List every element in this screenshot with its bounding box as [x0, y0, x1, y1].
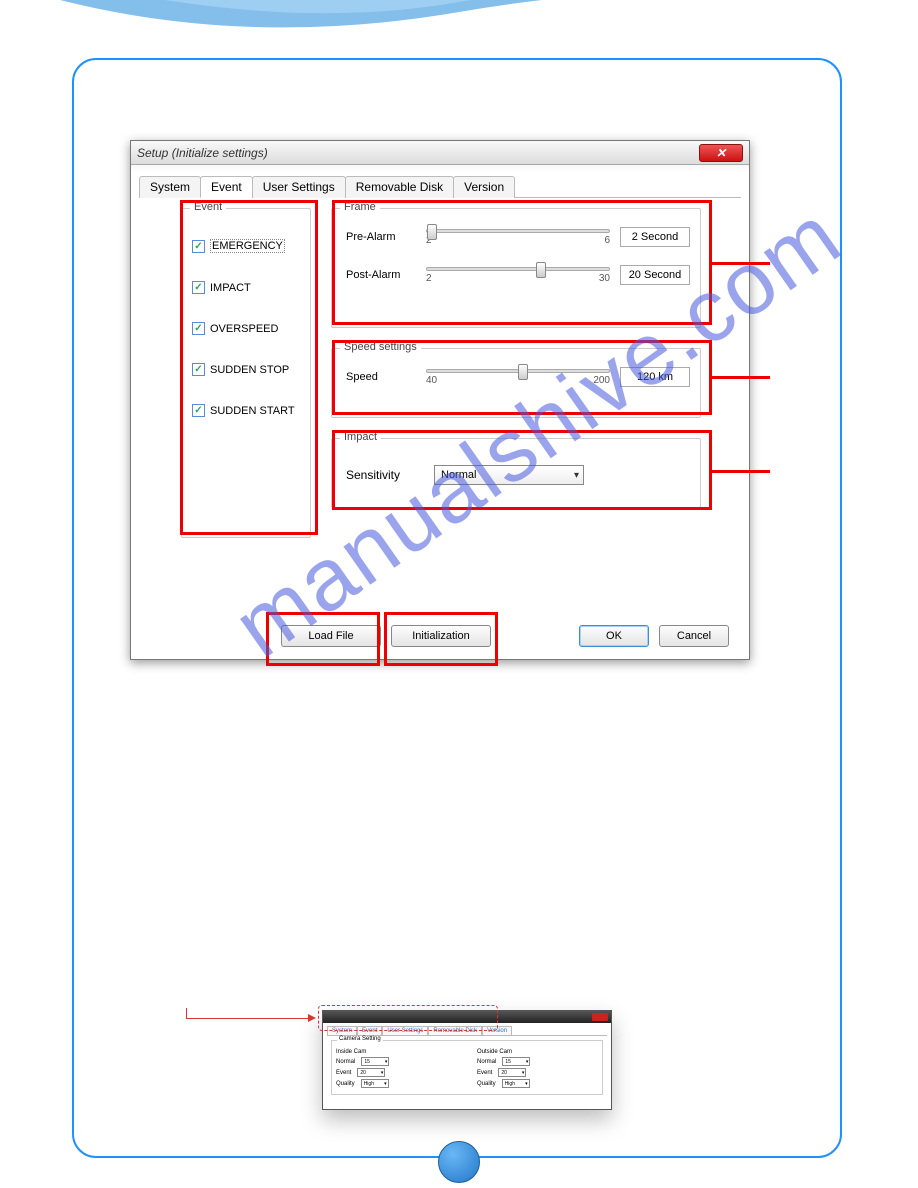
load-file-button[interactable]: Load File: [281, 625, 381, 647]
speed-slider[interactable]: [426, 369, 610, 373]
mini-content: Camera Setting Inside Cam Normal 15 Event…: [323, 1036, 611, 1099]
mini-row-label: Event: [477, 1070, 492, 1076]
mini-tab-strip: System Event User Settings Removable Dis…: [327, 1026, 607, 1036]
check-sudden-start[interactable]: ✓ SUDDEN START: [192, 404, 310, 417]
checkbox-icon: ✓: [192, 281, 205, 294]
prealarm-label: Pre-Alarm: [346, 231, 416, 243]
sensitivity-dropdown[interactable]: Normal: [434, 465, 584, 485]
sensitivity-row: Sensitivity Normal: [346, 465, 690, 485]
speed-groupbox: Speed settings Speed 40 200 120 km: [331, 348, 701, 418]
mini-dropdown[interactable]: 15: [502, 1057, 530, 1066]
checkbox-label: IMPACT: [210, 282, 251, 294]
mini-tab[interactable]: User Settings: [382, 1026, 428, 1035]
mini-row-label: Quality: [336, 1081, 355, 1087]
check-impact[interactable]: ✓ IMPACT: [192, 281, 310, 294]
mini-tab[interactable]: System: [327, 1026, 357, 1035]
event-groupbox-legend: Event: [190, 201, 226, 213]
close-button[interactable]: ✕: [699, 144, 743, 162]
mini-dropdown[interactable]: 20: [357, 1068, 385, 1077]
postalarm-row: Post-Alarm 2 30 20 Second: [346, 265, 690, 285]
annotation-arrow: [186, 1018, 312, 1019]
checkbox-label: EMERGENCY: [210, 239, 285, 253]
speed-groupbox-legend: Speed settings: [340, 341, 421, 353]
mini-dropdown[interactable]: 15: [361, 1057, 389, 1066]
checkbox-label: SUDDEN START: [210, 405, 295, 417]
top-wave: [0, 0, 918, 50]
mini-outside-col: Outside Cam Normal 15 Event 20 Quality High: [477, 1049, 598, 1090]
mini-outside-header: Outside Cam: [477, 1049, 598, 1055]
slider-thumb[interactable]: [427, 224, 437, 240]
checkbox-icon: ✓: [192, 240, 205, 253]
mini-row-label: Event: [336, 1070, 351, 1076]
mini-camera-legend: Camera Setting: [337, 1036, 383, 1042]
tab-version[interactable]: Version: [453, 176, 515, 198]
slider-thumb[interactable]: [536, 262, 546, 278]
speed-row: Speed 40 200 120 km: [346, 367, 690, 387]
postalarm-label: Post-Alarm: [346, 269, 416, 281]
mini-dropdown[interactable]: High: [361, 1079, 389, 1088]
check-sudden-stop[interactable]: ✓ SUDDEN STOP: [192, 363, 310, 376]
page-number-circle: [438, 1141, 480, 1183]
checkbox-icon: ✓: [192, 363, 205, 376]
mini-tab[interactable]: Version: [482, 1026, 512, 1035]
cancel-button[interactable]: Cancel: [659, 625, 729, 647]
slider-thumb[interactable]: [518, 364, 528, 380]
frame-groupbox: Frame Pre-Alarm 2 6 2 Second Post-Alarm: [331, 208, 701, 328]
check-overspeed[interactable]: ✓ OVERSPEED: [192, 322, 310, 335]
sensitivity-label: Sensitivity: [346, 468, 416, 482]
tab-user-settings[interactable]: User Settings: [252, 176, 346, 198]
mini-dialog: System Event User Settings Removable Dis…: [322, 1010, 612, 1110]
setup-dialog: Setup (Initialize settings) ✕ System Eve…: [130, 140, 750, 660]
mini-row-label: Normal: [477, 1059, 496, 1065]
dialog-button-row: Load File Initialization OK Cancel: [131, 625, 749, 647]
postalarm-slider[interactable]: [426, 267, 610, 271]
dialog-title: Setup (Initialize settings): [137, 146, 268, 160]
speed-max: 200: [593, 375, 610, 386]
ok-button[interactable]: OK: [579, 625, 649, 647]
impact-groupbox: Impact Sensitivity Normal: [331, 438, 701, 508]
tab-event[interactable]: Event: [200, 176, 253, 198]
annotation-arrow: [186, 1008, 187, 1019]
postalarm-value: 20 Second: [620, 265, 690, 285]
postalarm-max: 30: [599, 273, 610, 284]
tab-content: Event ✓ EMERGENCY ✓ IMPACT ✓ OVERSPEED ✓…: [131, 198, 749, 618]
prealarm-slider[interactable]: [426, 229, 610, 233]
sensitivity-value: Normal: [441, 469, 476, 481]
mini-titlebar: [323, 1011, 611, 1023]
impact-groupbox-legend: Impact: [340, 431, 381, 443]
mini-camera-group: Camera Setting Inside Cam Normal15 Event…: [331, 1040, 603, 1095]
checkbox-icon: ✓: [192, 322, 205, 335]
checkbox-icon: ✓: [192, 404, 205, 417]
mini-tab[interactable]: Event: [357, 1026, 382, 1035]
prealarm-max: 6: [604, 235, 610, 246]
checkbox-label: SUDDEN STOP: [210, 364, 289, 376]
prealarm-row: Pre-Alarm 2 6 2 Second: [346, 227, 690, 247]
prealarm-value: 2 Second: [620, 227, 690, 247]
mini-inside-header: Inside Cam: [336, 1049, 457, 1055]
speed-min: 40: [426, 375, 437, 386]
postalarm-min: 2: [426, 273, 432, 284]
mini-dropdown[interactable]: 20: [498, 1068, 526, 1077]
mini-dropdown[interactable]: High: [502, 1079, 530, 1088]
speed-value: 120 km: [620, 367, 690, 387]
tab-system[interactable]: System: [139, 176, 201, 198]
tab-strip: System Event User Settings Removable Dis…: [139, 175, 741, 198]
check-emergency[interactable]: ✓ EMERGENCY: [192, 239, 310, 253]
mini-inside-col: Inside Cam Normal 15 Event 20 Quality High: [336, 1049, 457, 1090]
mini-row-label: Normal: [336, 1059, 355, 1065]
close-icon: ✕: [716, 146, 726, 160]
speed-label: Speed: [346, 371, 416, 383]
initialization-button[interactable]: Initialization: [391, 625, 491, 647]
checkbox-label: OVERSPEED: [210, 323, 278, 335]
mini-row-label: Quality: [477, 1081, 496, 1087]
arrow-head-icon: [308, 1014, 316, 1022]
frame-groupbox-legend: Frame: [340, 201, 380, 213]
titlebar: Setup (Initialize settings) ✕: [131, 141, 749, 165]
event-groupbox: Event ✓ EMERGENCY ✓ IMPACT ✓ OVERSPEED ✓…: [181, 208, 311, 538]
mini-tab[interactable]: Removable Disk: [428, 1026, 482, 1035]
mini-close-button[interactable]: [592, 1013, 608, 1021]
tab-removable-disk[interactable]: Removable Disk: [345, 176, 454, 198]
